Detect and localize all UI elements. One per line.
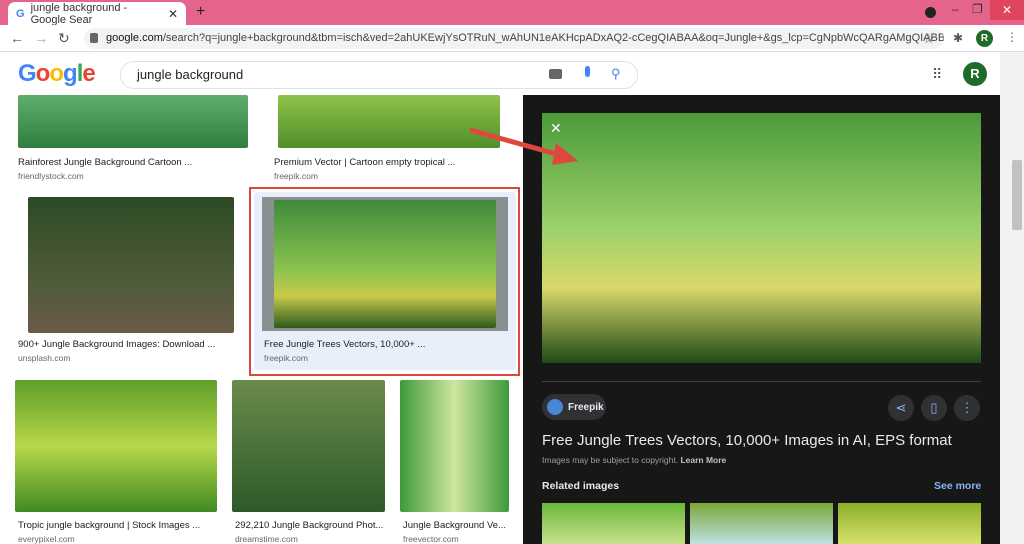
minimize-button[interactable]: –	[952, 2, 959, 16]
close-window-button[interactable]: ✕	[990, 0, 1024, 20]
result-image[interactable]	[400, 380, 509, 512]
camera-icon[interactable]	[549, 69, 562, 79]
profile-avatar[interactable]: R	[976, 30, 993, 47]
url-domain: google.com	[106, 32, 163, 44]
result-caption[interactable]: Jungle Background Ve...	[403, 520, 506, 531]
save-button[interactable]: ▯	[921, 395, 947, 421]
site-chip[interactable]: Freepik	[542, 394, 606, 420]
back-icon[interactable]: ←	[10, 30, 24, 46]
account-avatar[interactable]: R	[963, 62, 987, 86]
preview-image[interactable]	[542, 113, 981, 363]
divider	[542, 381, 981, 382]
annotation-arrow	[469, 127, 578, 165]
result-image[interactable]	[15, 380, 217, 512]
scrollbar[interactable]	[1000, 52, 1024, 544]
result-source: freevector.com	[403, 534, 459, 544]
forward-icon[interactable]: →	[34, 30, 48, 46]
result-caption[interactable]: Rainforest Jungle Background Cartoon ...	[18, 157, 192, 168]
google-logo[interactable]: Google	[18, 60, 96, 88]
related-image[interactable]	[838, 503, 981, 544]
apps-grid-icon[interactable]: ⠿	[932, 66, 942, 83]
related-image[interactable]	[542, 503, 685, 544]
more-options-button[interactable]: ⋮	[954, 395, 980, 421]
result-caption[interactable]: Free Jungle Trees Vectors, 10,000+ ...	[264, 339, 425, 350]
preview-title[interactable]: Free Jungle Trees Vectors, 10,000+ Image…	[542, 432, 952, 449]
tab-title: jungle background - Google Sear	[30, 1, 128, 26]
result-caption[interactable]: 900+ Jungle Background Images: Download …	[18, 339, 215, 350]
url-path: /search?q=jungle+background&tbm=isch&ved…	[162, 32, 944, 44]
learn-more-link[interactable]: Learn More	[680, 455, 726, 465]
result-source: friendlystock.com	[18, 171, 84, 181]
profile-menu-icon[interactable]	[925, 7, 936, 18]
result-caption[interactable]: 292,210 Jungle Background Phot...	[235, 520, 383, 531]
result-caption[interactable]: Premium Vector | Cartoon empty tropical …	[274, 157, 455, 168]
result-image[interactable]	[274, 200, 496, 328]
copyright-notice: Images may be subject to copyright. Lear…	[542, 455, 727, 465]
related-images-heading: Related images	[542, 480, 620, 492]
browser-menu-icon[interactable]: ⋮	[1006, 30, 1018, 44]
scrollbar-thumb[interactable]	[1012, 160, 1022, 230]
microphone-icon[interactable]	[585, 66, 590, 77]
reload-icon[interactable]: ↻	[58, 30, 70, 47]
result-source: freepik.com	[264, 353, 308, 363]
new-tab-button[interactable]: +	[196, 3, 205, 21]
result-image[interactable]	[28, 197, 234, 333]
result-source: freepik.com	[274, 171, 318, 181]
browser-tab[interactable]: G jungle background - Google Sear ✕	[8, 1, 186, 26]
lock-icon[interactable]	[90, 33, 98, 43]
bookmark-star-icon[interactable]: ☆	[923, 31, 935, 47]
close-tab-icon[interactable]: ✕	[168, 7, 178, 21]
related-image[interactable]	[690, 503, 833, 544]
address-bar[interactable]: google.com/search?q=jungle+background&tb…	[84, 28, 944, 49]
google-favicon-icon: G	[16, 7, 25, 20]
result-image[interactable]	[18, 95, 248, 148]
extensions-icon[interactable]: ✱	[953, 31, 963, 45]
result-source: everypixel.com	[18, 534, 75, 544]
result-source: dreamstime.com	[235, 534, 298, 544]
see-more-link[interactable]: See more	[934, 480, 981, 492]
result-image[interactable]	[232, 380, 385, 512]
share-button[interactable]: ⋖	[888, 395, 914, 421]
restore-button[interactable]: ❐	[972, 2, 983, 16]
search-icon[interactable]: ⚲	[611, 66, 621, 82]
result-source: unsplash.com	[18, 353, 71, 363]
globe-icon	[547, 399, 563, 415]
result-caption[interactable]: Tropic jungle background | Stock Images …	[18, 520, 200, 531]
site-name: Freepik	[568, 401, 604, 413]
